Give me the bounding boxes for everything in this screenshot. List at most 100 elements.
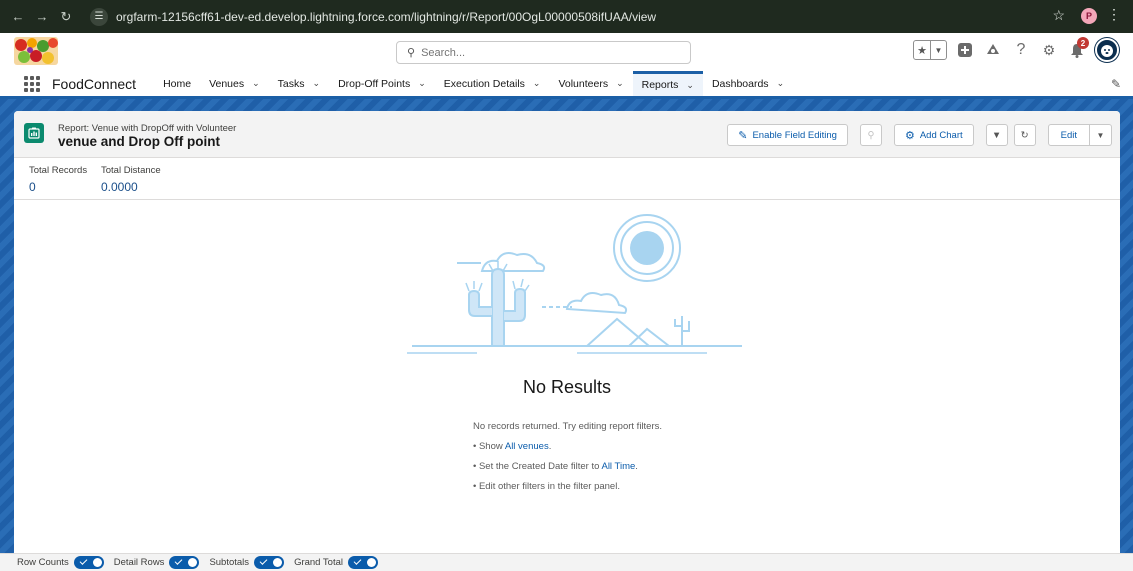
- search-icon: ⚲: [407, 47, 416, 59]
- favorite-star-icon[interactable]: ★: [914, 41, 930, 59]
- global-actions: ★ ▼ ? ⚙ 2: [913, 37, 1119, 62]
- chevron-down-icon[interactable]: ⌄: [616, 78, 624, 89]
- forward-icon[interactable]: →: [30, 9, 54, 24]
- suggestion-other-filters: • Edit other filters in the filter panel…: [473, 481, 620, 492]
- filter-button[interactable]: ▼: [985, 124, 1008, 146]
- add-chart-button[interactable]: ⚙ Add Chart: [893, 124, 974, 146]
- nav-tabs: Home Venues ⌄ Tasks ⌄ Drop-Off Points ⌄ …: [154, 71, 793, 96]
- browser-toolbar: ← → ↻ ☰ orgfarm-12156cff61-dev-ed.develo…: [0, 0, 1133, 33]
- total-records-value: 0: [29, 180, 36, 194]
- edit-label: Edit: [1060, 129, 1077, 141]
- global-header: ⚲ Search... ★ ▼ ? ⚙ 2: [0, 33, 1133, 71]
- total-records-label: Total Records: [29, 165, 88, 176]
- chevron-down-icon[interactable]: ⌄: [252, 78, 260, 89]
- nav-tab-drop-off-points[interactable]: Drop-Off Points ⌄: [329, 71, 435, 96]
- report-type-label: Report: Venue with DropOff with Voluntee…: [58, 123, 237, 134]
- empty-state: No Results No records returned. Try edit…: [14, 201, 1120, 551]
- row-counts-toggle[interactable]: [73, 556, 104, 569]
- suggestion-prefix: • Show: [473, 441, 505, 452]
- nav-tab-venues[interactable]: Venues ⌄: [200, 71, 269, 96]
- nav-tab-label: Reports: [641, 79, 679, 91]
- total-distance-value: 0.0000: [101, 180, 138, 194]
- chevron-down-icon[interactable]: ⌄: [777, 78, 785, 89]
- total-distance-summary: Total Distance 0.0000: [101, 165, 161, 194]
- report-actions: ✎ Enable Field Editing ⚲ ⚙ Add Chart ▼ ↻…: [727, 124, 1112, 146]
- refresh-icon: ↻: [1020, 129, 1029, 141]
- suggestion-prefix: • Set the Created Date filter to: [473, 461, 602, 472]
- empty-message-text: No records returned. Try editing report …: [473, 421, 663, 432]
- app-navigation-bar: FoodConnect Home Venues ⌄ Tasks ⌄ Drop-O…: [0, 71, 1133, 99]
- report-icon: [24, 123, 44, 143]
- nav-tab-home[interactable]: Home: [154, 71, 200, 96]
- refresh-button[interactable]: ↻: [1013, 124, 1036, 146]
- grand-total-toggle-group: Grand Total: [294, 556, 379, 569]
- favorites-dropdown-icon[interactable]: ▼: [930, 41, 946, 59]
- reload-icon[interactable]: ↻: [54, 9, 78, 25]
- notification-count-badge: 2: [1077, 37, 1089, 49]
- bookmark-star-icon[interactable]: ☆: [1052, 7, 1065, 24]
- app-name: FoodConnect: [52, 75, 137, 92]
- suggestion-suffix: .: [548, 441, 552, 452]
- nav-tab-label: Volunteers: [558, 77, 609, 90]
- browser-menu-icon[interactable]: ⋮: [1107, 6, 1121, 23]
- detail-rows-toggle[interactable]: [169, 556, 200, 569]
- filter-icon: ▼: [991, 129, 1002, 141]
- nav-tab-volunteers[interactable]: Volunteers ⌄: [549, 71, 632, 96]
- back-icon[interactable]: ←: [6, 9, 30, 24]
- subtotals-toggle-group: Subtotals: [209, 556, 285, 569]
- site-info-icon[interactable]: ☰: [90, 7, 108, 26]
- report-header: Report: Venue with DropOff with Voluntee…: [14, 111, 1120, 158]
- app-launcher-icon[interactable]: [24, 71, 42, 96]
- grand-total-label: Grand Total: [294, 557, 344, 568]
- enable-field-editing-label: Enable Field Editing: [752, 129, 837, 141]
- row-counts-label: Row Counts: [17, 557, 69, 568]
- suggestion-suffix: .: [635, 461, 638, 472]
- browser-profile-avatar[interactable]: P: [1081, 8, 1097, 24]
- suggestion-created-date: • Set the Created Date filter to All Tim…: [473, 461, 662, 472]
- desert-illustration: [407, 214, 742, 354]
- all-time-link[interactable]: All Time: [601, 461, 635, 472]
- nav-tab-dashboards[interactable]: Dashboards ⌄: [703, 71, 793, 96]
- trailhead-guidance-icon[interactable]: [983, 40, 1003, 60]
- setup-gear-icon[interactable]: ⚙: [1039, 40, 1059, 60]
- nav-tab-execution-details[interactable]: Execution Details ⌄: [435, 71, 550, 96]
- enable-field-editing-button[interactable]: ✎ Enable Field Editing: [727, 124, 848, 146]
- url-text: orgfarm-12156cff61-dev-ed.develop.lightn…: [116, 9, 657, 24]
- chart-icon: ⚙: [904, 129, 915, 142]
- notifications-bell-icon[interactable]: 2: [1067, 37, 1089, 60]
- grand-total-toggle[interactable]: [348, 556, 379, 569]
- search-placeholder: Search...: [421, 46, 466, 59]
- edit-button[interactable]: Edit: [1047, 124, 1090, 146]
- report-summary: Total Records 0 Total Distance 0.0000: [14, 158, 1120, 200]
- chevron-down-icon[interactable]: ⌄: [418, 78, 426, 89]
- suggestion-show-all: • Show All venues.: [473, 441, 662, 452]
- all-venues-link[interactable]: All venues: [505, 441, 549, 452]
- user-avatar[interactable]: [1095, 38, 1119, 62]
- search-report-button[interactable]: ⚲: [859, 124, 882, 146]
- chevron-down-icon[interactable]: ⌄: [686, 80, 694, 91]
- global-search-input[interactable]: ⚲ Search...: [396, 41, 691, 64]
- empty-state-message: No records returned. Try editing report …: [473, 421, 662, 501]
- empty-state-title: No Results: [522, 377, 612, 397]
- total-records-summary: Total Records 0: [29, 165, 87, 194]
- chevron-down-icon[interactable]: ⌄: [313, 78, 321, 89]
- favorites-button-group: ★ ▼: [913, 40, 947, 60]
- org-logo[interactable]: [14, 37, 58, 65]
- report-card: Report: Venue with DropOff with Voluntee…: [14, 111, 1120, 571]
- chevron-down-icon: ▼: [1096, 130, 1105, 140]
- subtotals-toggle[interactable]: [254, 556, 285, 569]
- nav-tab-label: Venues: [209, 77, 245, 90]
- nav-tab-tasks[interactable]: Tasks ⌄: [269, 71, 329, 96]
- add-chart-label: Add Chart: [919, 129, 963, 141]
- nav-tab-label: Dashboards: [711, 77, 769, 90]
- help-icon[interactable]: ?: [1011, 40, 1031, 60]
- address-bar[interactable]: ☰ orgfarm-12156cff61-dev-ed.develop.ligh…: [90, 5, 1090, 28]
- edit-nav-pencil-icon[interactable]: ✎: [1111, 77, 1121, 91]
- report-title: venue and Drop Off point: [58, 134, 220, 149]
- more-actions-button[interactable]: ▼: [1090, 124, 1112, 146]
- chevron-down-icon[interactable]: ⌄: [533, 78, 541, 89]
- nav-tab-label: Tasks: [277, 77, 305, 90]
- nav-tab-reports[interactable]: Reports ⌄: [632, 71, 703, 96]
- row-counts-toggle-group: Row Counts: [17, 556, 104, 569]
- global-create-icon[interactable]: [955, 40, 975, 60]
